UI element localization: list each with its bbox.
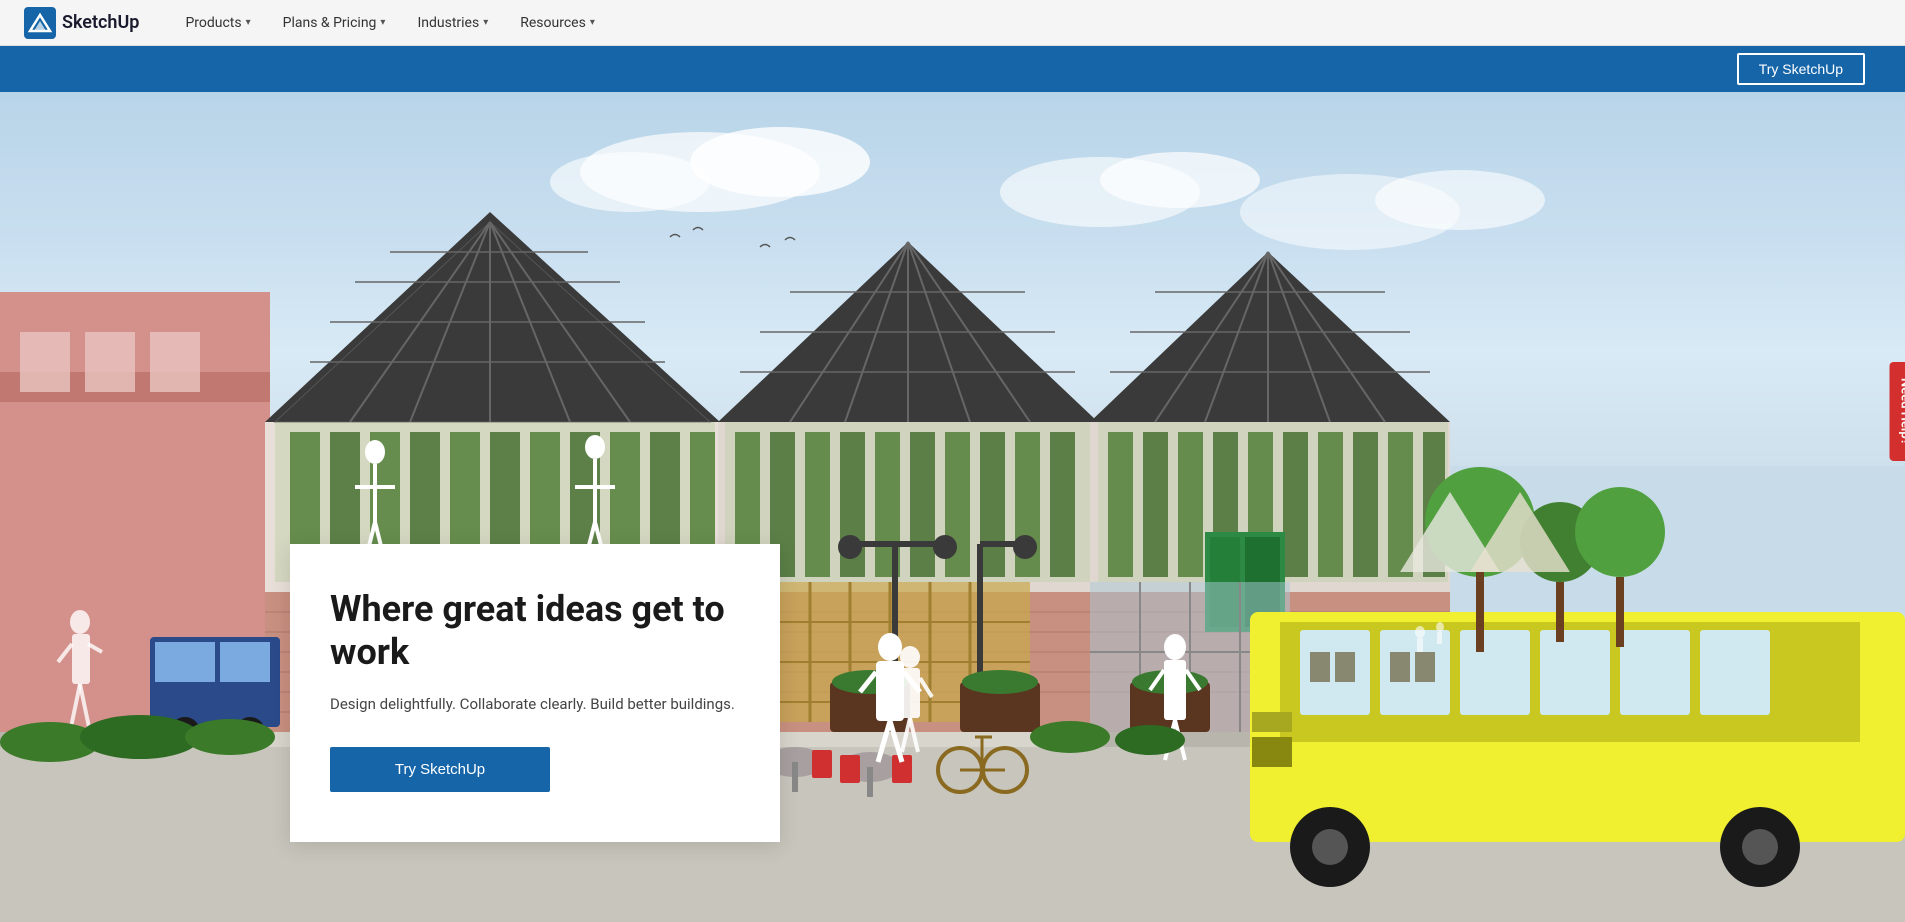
nav-item-industries[interactable]: Industries ▾ xyxy=(403,9,502,37)
blue-banner: Try SketchUp xyxy=(0,46,1905,92)
nav-plans-label: Plans & Pricing xyxy=(283,15,377,31)
logo-text: SketchUp xyxy=(62,12,139,33)
hero-illustration xyxy=(0,92,1905,922)
nav-item-products[interactable]: Products ▾ xyxy=(171,9,264,37)
try-sketchup-banner-button[interactable]: Try SketchUp xyxy=(1737,53,1865,85)
sketchup-logo-icon xyxy=(24,7,56,39)
nav-resources-label: Resources xyxy=(520,15,586,31)
nav-item-resources[interactable]: Resources ▾ xyxy=(506,9,609,37)
chevron-down-icon: ▾ xyxy=(483,17,488,28)
navbar: SketchUp Products ▾ Plans & Pricing ▾ In… xyxy=(0,0,1905,46)
hero-card: Where great ideas get to work Design del… xyxy=(290,544,780,842)
chevron-down-icon: ▾ xyxy=(380,17,385,28)
chevron-down-icon: ▾ xyxy=(590,17,595,28)
nav-item-plans-pricing[interactable]: Plans & Pricing ▾ xyxy=(269,9,400,37)
try-sketchup-hero-button[interactable]: Try SketchUp xyxy=(330,747,550,792)
chevron-down-icon: ▾ xyxy=(246,17,251,28)
nav-industries-label: Industries xyxy=(417,15,479,31)
need-help-tab[interactable]: Need Help? xyxy=(1890,362,1905,461)
hero-section: Where great ideas get to work Design del… xyxy=(0,92,1905,922)
hero-subtitle: Design delightfully. Collaborate clearly… xyxy=(330,693,740,716)
nav-products-label: Products xyxy=(185,15,241,31)
logo-link[interactable]: SketchUp xyxy=(24,7,139,39)
hero-title: Where great ideas get to work xyxy=(330,588,740,674)
nav-menu: Products ▾ Plans & Pricing ▾ Industries … xyxy=(171,9,608,37)
